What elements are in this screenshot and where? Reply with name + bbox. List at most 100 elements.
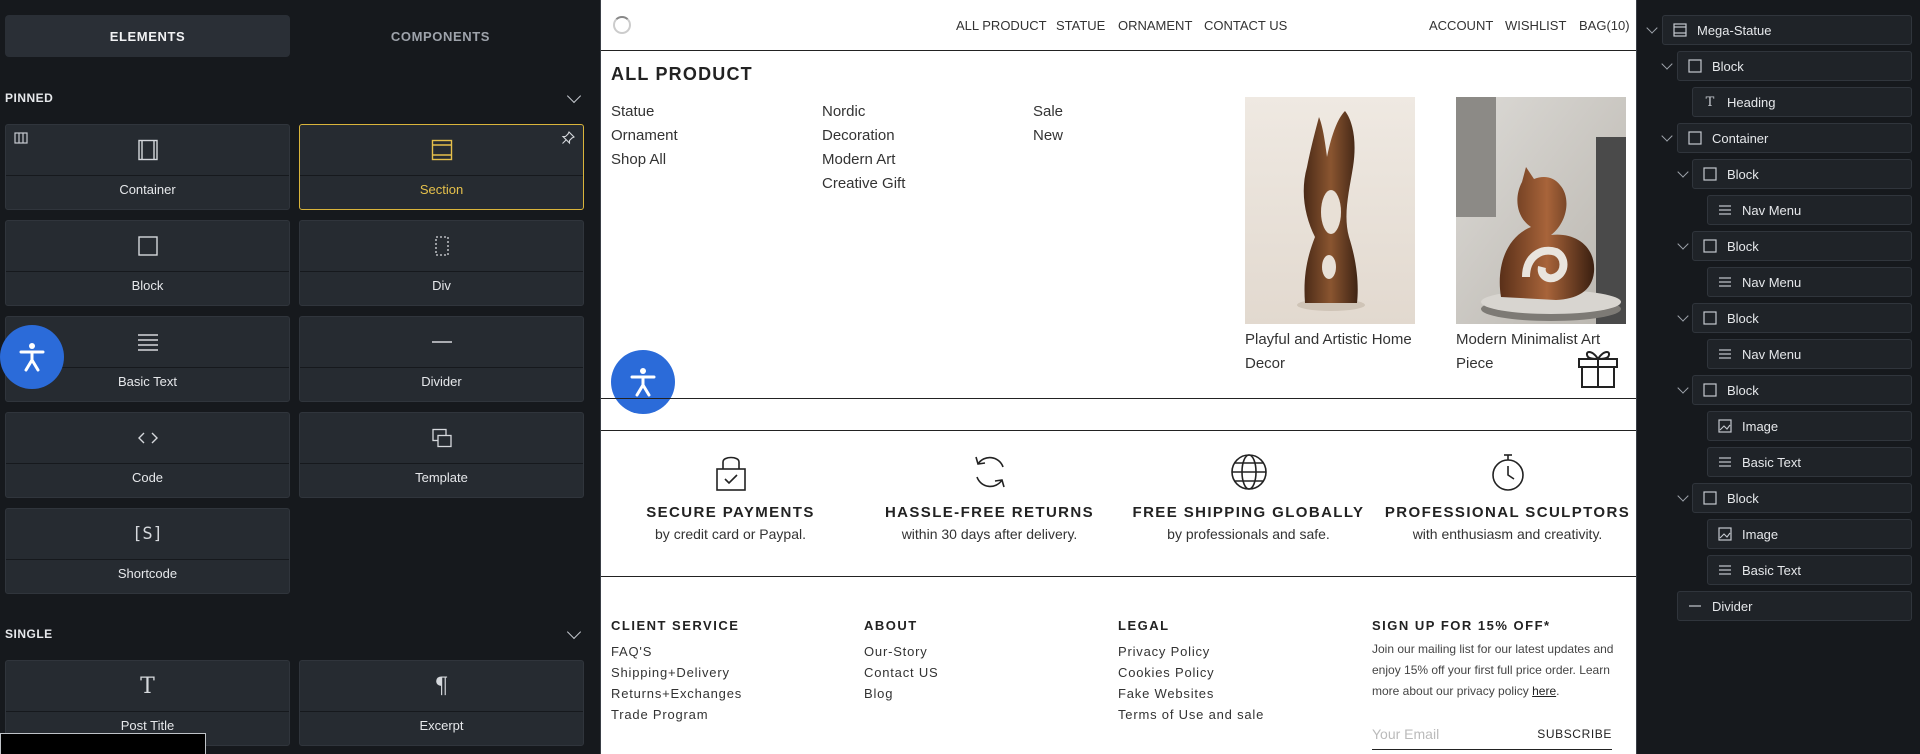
template-icon <box>300 425 583 451</box>
heading-icon: T <box>1705 94 1715 110</box>
footer-link[interactable]: Shipping+Delivery <box>611 662 742 683</box>
tab-elements[interactable]: ELEMENTS <box>5 15 290 57</box>
footer-link[interactable]: Fake Websites <box>1118 683 1264 704</box>
chevron-down-icon[interactable] <box>1677 166 1689 178</box>
element-card-div[interactable]: Div <box>299 220 584 306</box>
element-card-shortcode[interactable]: [S] Shortcode <box>5 508 290 594</box>
chevron-down-icon[interactable] <box>1677 382 1689 394</box>
structure-panel: Mega-Statue Block T Heading Container Bl… <box>1637 0 1920 754</box>
menu-link[interactable]: Modern Art <box>822 148 905 172</box>
accessibility-button[interactable] <box>611 350 675 414</box>
chevron-down-icon[interactable] <box>1661 58 1673 70</box>
element-card-block[interactable]: Block <box>5 220 290 306</box>
footer-legal: LEGAL Privacy Policy Cookies Policy Fake… <box>1118 618 1264 725</box>
footer-link[interactable]: Privacy Policy <box>1118 641 1264 662</box>
privacy-policy-link[interactable]: here <box>1532 684 1556 698</box>
footer-about: ABOUT Our-Story Contact US Blog <box>864 618 938 704</box>
product-image-sculpture[interactable] <box>1245 97 1415 324</box>
text-lines-icon <box>1718 455 1732 469</box>
single-section-header[interactable]: SINGLE <box>5 624 585 644</box>
tree-node-nav-menu[interactable]: Nav Menu <box>1707 339 1912 369</box>
nav-account[interactable]: ACCOUNT <box>1429 18 1493 33</box>
tree-node-label: Block <box>1727 166 1759 182</box>
tree-node-nav-menu[interactable]: Nav Menu <box>1707 195 1912 225</box>
nav-wishlist[interactable]: WISHLIST <box>1505 18 1566 33</box>
menu-link[interactable]: Creative Gift <box>822 172 905 196</box>
tree-node-basic-text[interactable]: Basic Text <box>1707 447 1912 477</box>
tree-node-block[interactable]: Block <box>1692 159 1912 189</box>
element-card-divider[interactable]: Divider <box>299 316 584 402</box>
menu-link[interactable]: Shop All <box>611 148 678 172</box>
nav-link-contact[interactable]: CONTACT US <box>1204 18 1287 33</box>
nav-link-statue[interactable]: STATUE <box>1056 18 1105 33</box>
loading-spinner-icon <box>613 16 631 34</box>
element-label: Shortcode <box>117 566 178 581</box>
chevron-down-icon[interactable] <box>1646 22 1658 34</box>
tree-node-heading[interactable]: T Heading <box>1692 87 1912 117</box>
tree-node-label: Block <box>1712 58 1744 74</box>
bottom-overlay-box <box>0 733 206 754</box>
chevron-down-icon[interactable] <box>1661 130 1673 142</box>
tree-node-nav-menu[interactable]: Nav Menu <box>1707 267 1912 297</box>
tree-node-label: Divider <box>1712 598 1753 614</box>
tree-node-basic-text[interactable]: Basic Text <box>1707 555 1912 585</box>
subscribe-button[interactable]: SUBSCRIBE <box>1537 727 1612 741</box>
footer-link[interactable]: Our-Story <box>864 641 938 662</box>
chevron-down-icon[interactable] <box>1677 490 1689 502</box>
menu-link[interactable]: Ornament <box>611 124 678 148</box>
tree-node-block[interactable]: Block <box>1692 231 1912 261</box>
email-input[interactable] <box>1372 725 1522 742</box>
element-card-template[interactable]: Template <box>299 412 584 498</box>
footer-link[interactable]: Contact US <box>864 662 938 683</box>
element-label: Container <box>119 182 176 197</box>
menu-link[interactable]: Statue <box>611 100 678 124</box>
tree-node-divider[interactable]: Divider <box>1677 591 1912 621</box>
tree-node-mega-statue[interactable]: Mega-Statue <box>1662 15 1912 45</box>
product-image-cat[interactable] <box>1456 97 1626 324</box>
accessibility-button[interactable] <box>0 325 64 389</box>
tab-components[interactable]: COMPONENTS <box>298 15 583 57</box>
section-icon <box>300 137 583 163</box>
menu-link[interactable]: New <box>1033 124 1063 148</box>
nav-link-all-product[interactable]: ALL PRODUCT <box>956 18 1047 33</box>
container-icon <box>6 137 289 163</box>
accessibility-icon <box>630 368 656 397</box>
text-lines-icon <box>1718 563 1732 577</box>
tree-node-block[interactable]: Block <box>1692 375 1912 405</box>
tree-node-image[interactable]: Image <box>1707 519 1912 549</box>
tree-node-block[interactable]: Block <box>1677 51 1912 81</box>
menu-icon <box>1718 275 1732 289</box>
nav-bag[interactable]: BAG(10) <box>1579 18 1630 33</box>
element-card-container[interactable]: Container <box>5 124 290 210</box>
feature-shipping: FREE SHIPPING GLOBALLY by professionals … <box>1119 450 1378 542</box>
element-label: Post Title <box>120 718 175 733</box>
div-icon <box>300 233 583 259</box>
footer-link[interactable]: Blog <box>864 683 938 704</box>
footer-link[interactable]: Cookies Policy <box>1118 662 1264 683</box>
nav-link-ornament[interactable]: ORNAMENT <box>1118 18 1192 33</box>
footer-link[interactable]: Trade Program <box>611 704 742 725</box>
product-caption: Playful and Artistic Home Decor <box>1245 331 1412 372</box>
tree-node-label: Container <box>1712 130 1769 146</box>
element-label: Section <box>419 182 464 197</box>
tree-node-block[interactable]: Block <box>1692 483 1912 513</box>
chevron-down-icon[interactable] <box>1677 310 1689 322</box>
element-card-section[interactable]: Section <box>299 124 584 210</box>
menu-link[interactable]: Decoration <box>822 124 905 148</box>
mega-menu-heading: ALL PRODUCT <box>611 64 753 84</box>
menu-link[interactable]: Nordic <box>822 100 905 124</box>
title-icon: T <box>140 673 155 699</box>
pinned-section-header[interactable]: PINNED <box>5 88 585 108</box>
footer-link[interactable]: FAQ'S <box>611 641 742 662</box>
gift-icon[interactable] <box>1576 347 1620 394</box>
footer-link[interactable]: Returns+Exchanges <box>611 683 742 704</box>
tree-node-container[interactable]: Container <box>1677 123 1912 153</box>
chevron-down-icon[interactable] <box>1677 238 1689 250</box>
footer-link[interactable]: Terms of Use and sale <box>1118 704 1264 725</box>
block-icon <box>1688 59 1702 73</box>
element-card-code[interactable]: Code <box>5 412 290 498</box>
tree-node-image[interactable]: Image <box>1707 411 1912 441</box>
element-card-excerpt[interactable]: ¶ Excerpt <box>299 660 584 746</box>
tree-node-block[interactable]: Block <box>1692 303 1912 333</box>
menu-link[interactable]: Sale <box>1033 100 1063 124</box>
